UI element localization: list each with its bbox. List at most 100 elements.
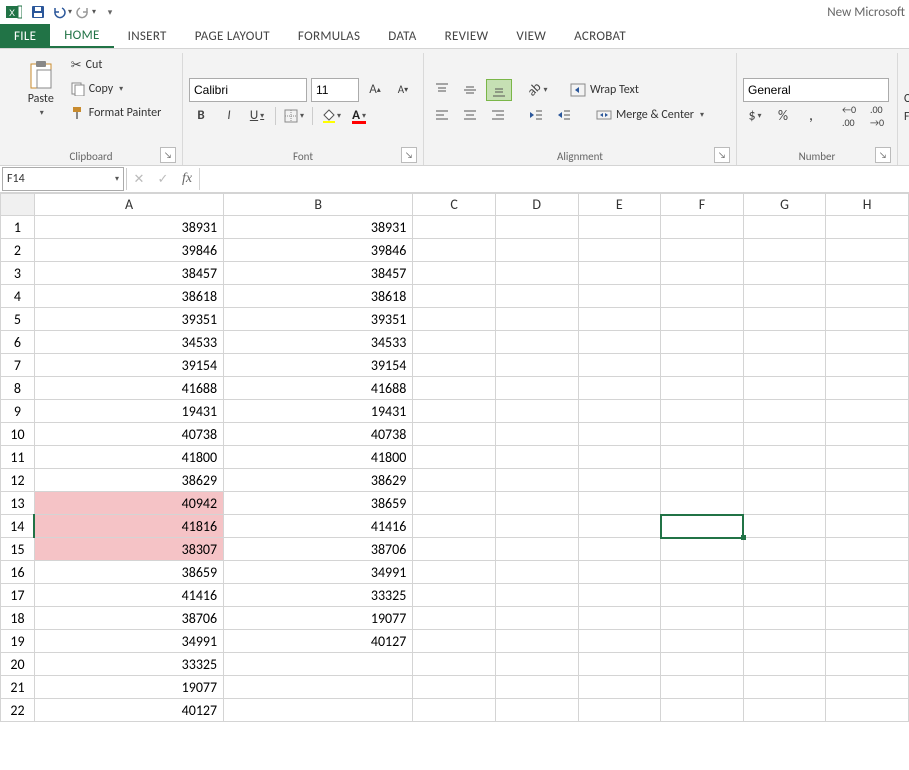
tab-view[interactable]: VIEW	[502, 24, 560, 48]
cell[interactable]	[578, 308, 661, 331]
cell[interactable]	[661, 239, 744, 262]
cell[interactable]	[826, 308, 909, 331]
cell[interactable]: 19077	[224, 607, 413, 630]
cell[interactable]	[743, 630, 826, 653]
formula-input[interactable]	[199, 168, 909, 190]
align-center-button[interactable]	[458, 105, 482, 125]
cell[interactable]	[413, 699, 496, 722]
cell[interactable]: 38629	[34, 469, 223, 492]
cell[interactable]	[495, 653, 578, 676]
cell[interactable]	[743, 584, 826, 607]
orientation-button[interactable]: ab▾	[526, 80, 550, 100]
cell[interactable]	[413, 239, 496, 262]
cell[interactable]	[413, 377, 496, 400]
align-bottom-button[interactable]	[486, 79, 512, 101]
row-header[interactable]: 11	[1, 446, 35, 469]
cell[interactable]	[661, 285, 744, 308]
row-header[interactable]: 13	[1, 492, 35, 515]
cell[interactable]: 38659	[34, 561, 223, 584]
save-icon[interactable]	[28, 2, 48, 22]
cell[interactable]	[661, 492, 744, 515]
cell[interactable]	[743, 538, 826, 561]
cell[interactable]	[578, 377, 661, 400]
number-format-select[interactable]	[743, 78, 889, 102]
tab-formulas[interactable]: FORMULAS	[284, 24, 374, 48]
cell[interactable]: 41688	[224, 377, 413, 400]
cell[interactable]	[413, 423, 496, 446]
cell[interactable]	[578, 584, 661, 607]
cell[interactable]: 38931	[224, 216, 413, 239]
cell[interactable]	[743, 469, 826, 492]
cell[interactable]	[578, 354, 661, 377]
cell[interactable]	[495, 400, 578, 423]
undo-icon[interactable]: ▾	[52, 2, 72, 22]
align-middle-button[interactable]	[458, 80, 482, 100]
cell[interactable]	[578, 492, 661, 515]
cell[interactable]	[661, 331, 744, 354]
cell[interactable]	[578, 561, 661, 584]
cell[interactable]	[743, 400, 826, 423]
cell[interactable]	[826, 262, 909, 285]
cell[interactable]: 38457	[224, 262, 413, 285]
cell[interactable]: 38931	[34, 216, 223, 239]
cell[interactable]: 40127	[224, 630, 413, 653]
cell[interactable]: 41800	[224, 446, 413, 469]
fill-color-button[interactable]: ▾	[319, 106, 343, 126]
cell[interactable]	[661, 699, 744, 722]
align-right-button[interactable]	[486, 105, 510, 125]
cell[interactable]	[495, 423, 578, 446]
cell[interactable]	[743, 423, 826, 446]
copy-button[interactable]: Copy ▾	[69, 79, 164, 99]
accounting-format-button[interactable]: $▾	[743, 106, 767, 126]
cell[interactable]	[826, 630, 909, 653]
row-header[interactable]: 6	[1, 331, 35, 354]
increase-font-size-button[interactable]: A▴	[363, 80, 387, 100]
cell[interactable]	[661, 676, 744, 699]
cell[interactable]	[826, 446, 909, 469]
cell[interactable]	[413, 630, 496, 653]
font-size-input[interactable]	[311, 78, 359, 102]
column-header[interactable]: G	[743, 194, 826, 216]
row-header[interactable]: 20	[1, 653, 35, 676]
cell[interactable]	[826, 239, 909, 262]
cell[interactable]	[495, 699, 578, 722]
percent-format-button[interactable]: %	[771, 106, 795, 126]
cell[interactable]	[826, 492, 909, 515]
cell[interactable]: 40738	[34, 423, 223, 446]
cell[interactable]: 33325	[34, 653, 223, 676]
cell[interactable]	[578, 239, 661, 262]
cell[interactable]: 34533	[34, 331, 223, 354]
cell[interactable]	[661, 423, 744, 446]
column-header[interactable]: A	[34, 194, 223, 216]
cell[interactable]	[495, 676, 578, 699]
cell[interactable]: 19077	[34, 676, 223, 699]
cell[interactable]	[578, 607, 661, 630]
increase-indent-button[interactable]	[552, 105, 576, 125]
cell[interactable]	[743, 354, 826, 377]
cell[interactable]	[826, 584, 909, 607]
increase-decimal-button[interactable]: ←0.00	[837, 106, 861, 126]
cell[interactable]	[413, 262, 496, 285]
qat-customize-icon[interactable]: ▾	[100, 2, 120, 22]
cell[interactable]	[413, 492, 496, 515]
cell[interactable]	[578, 216, 661, 239]
format-painter-button[interactable]: Format Painter	[69, 103, 164, 123]
cell[interactable]	[743, 676, 826, 699]
cell[interactable]: 38618	[34, 285, 223, 308]
dialog-launcher-icon[interactable]: ↘	[714, 147, 730, 163]
cell[interactable]	[661, 446, 744, 469]
cell[interactable]	[578, 699, 661, 722]
cell[interactable]: 39846	[224, 239, 413, 262]
cell[interactable]	[495, 630, 578, 653]
cell[interactable]	[495, 239, 578, 262]
cell[interactable]	[495, 584, 578, 607]
bold-button[interactable]: B	[189, 106, 213, 126]
decrease-decimal-button[interactable]: .00→0	[865, 106, 889, 126]
cell[interactable]	[826, 469, 909, 492]
cell[interactable]: 39351	[34, 308, 223, 331]
cell[interactable]: 34991	[34, 630, 223, 653]
cell[interactable]	[495, 354, 578, 377]
dialog-launcher-icon[interactable]: ↘	[160, 147, 176, 163]
cell[interactable]	[495, 308, 578, 331]
cell[interactable]	[413, 331, 496, 354]
